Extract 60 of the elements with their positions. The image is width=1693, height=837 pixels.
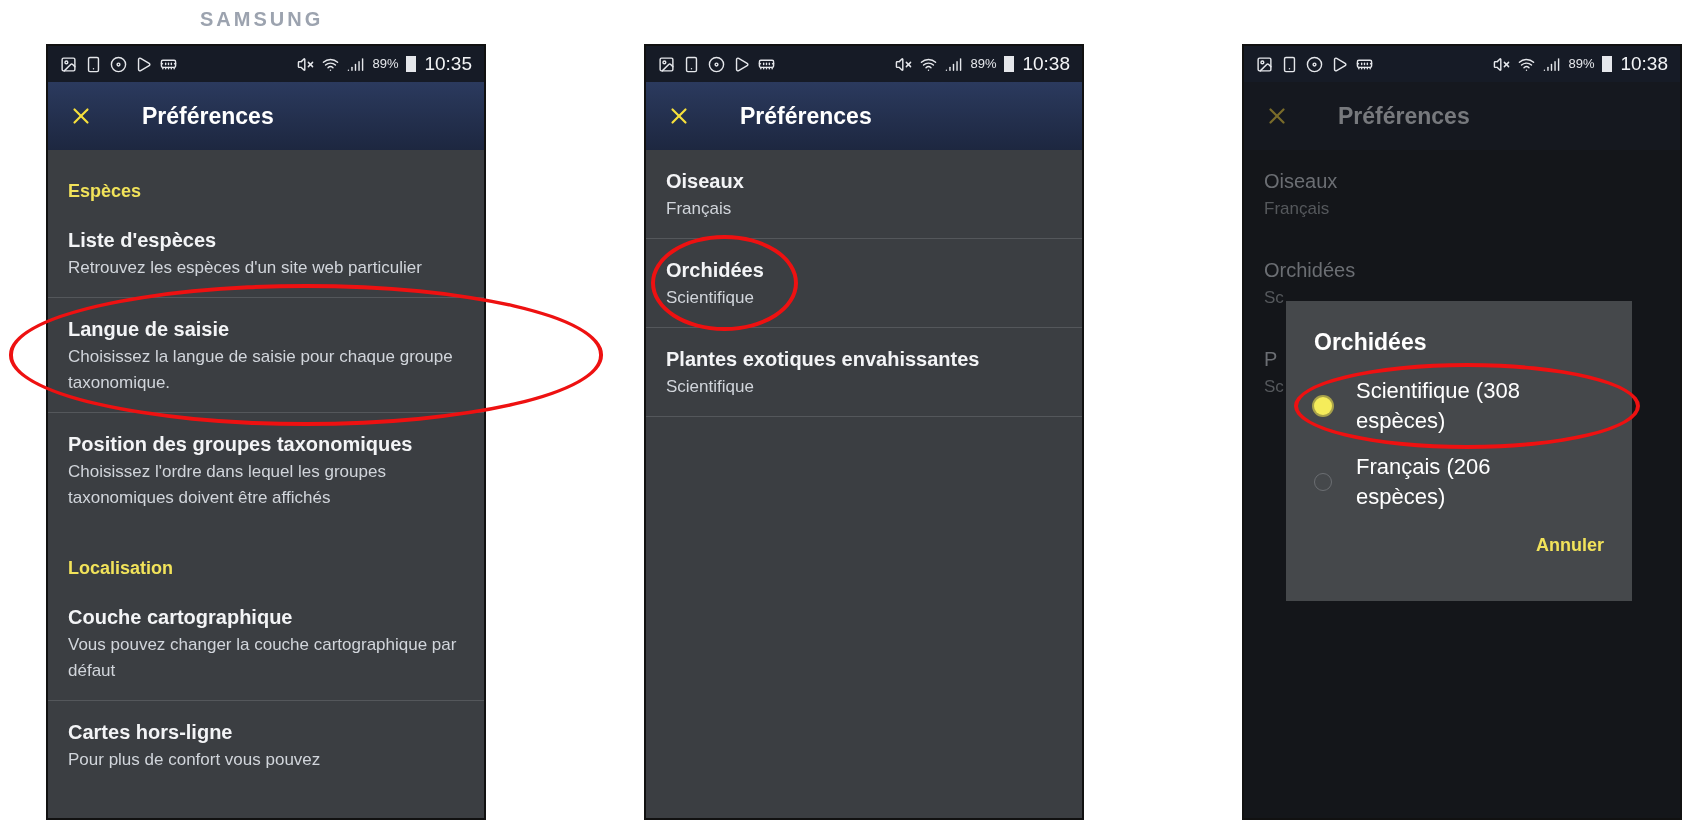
item-subtitle: Scientifique [666, 376, 754, 398]
battery-icon [1004, 56, 1015, 72]
item-title[interactable]: Orchidées [666, 255, 764, 285]
battery-icon [406, 56, 417, 72]
radio-button[interactable] [1314, 396, 1332, 415]
item-title[interactable]: Plantes exotiques envahissantes [666, 344, 980, 374]
image-icon [658, 55, 675, 73]
item-title[interactable]: Liste d'espèces [68, 225, 217, 255]
item-subtitle: Retrouvez les espèces d'un site web particulier [68, 257, 422, 279]
item-subtitle: Sc [1264, 287, 1284, 309]
item-subtitle: Français [1264, 198, 1330, 220]
signal-icon [1543, 55, 1561, 73]
item-subtitle: Vous pouvez changer la couche cartographique par défaut [68, 634, 458, 682]
item-title[interactable]: Oiseaux [1264, 166, 1338, 196]
disc-icon [1306, 55, 1323, 73]
item-title[interactable]: Langue de saisie [68, 314, 230, 344]
item-title[interactable]: P [1264, 344, 1278, 374]
phone-icon [1281, 55, 1298, 73]
battery-percent: 89% [372, 55, 399, 74]
brand-logo: SAMSUNG [200, 7, 324, 32]
option-label: Français (206 espèces) [1356, 452, 1492, 511]
image-icon [60, 55, 77, 73]
play-icon [135, 55, 152, 73]
item-subtitle: Choisissez l'ordre dans lequel les groupes taxonomiques doivent être affichés [68, 461, 387, 509]
section-header: Espèces [67, 180, 143, 203]
item-subtitle: Sc [1264, 376, 1284, 398]
item-title[interactable]: Cartes hors-ligne [68, 717, 233, 747]
item-subtitle: Scientifique [666, 287, 754, 309]
option-label: Scientifique (308 espèces) [1356, 376, 1521, 435]
phone-icon [683, 55, 700, 73]
cancel-button[interactable]: Annuler [1536, 531, 1604, 559]
item-subtitle: Français [666, 198, 732, 220]
mute-icon [297, 55, 315, 73]
item-title[interactable]: Position des groupes taxonomiques [68, 429, 413, 459]
screen-title: Préférences [142, 101, 274, 131]
dialog-title: Orchidées [1314, 328, 1428, 357]
status-time: 10:38 [1022, 51, 1070, 76]
item-subtitle: Choisissez la langue de saisie pour chaque groupe taxonomique. [68, 346, 454, 394]
item-subtitle: Pour plus de confort vous pouvez [68, 749, 321, 771]
section-header: Localisation [67, 557, 175, 580]
item-title[interactable]: Orchidées [1264, 255, 1356, 285]
signal-icon [347, 55, 365, 73]
signal-icon [945, 55, 963, 73]
screen-title: Préférences [1338, 101, 1470, 131]
image-icon [1256, 55, 1273, 73]
item-title[interactable]: Oiseaux [666, 166, 744, 196]
disc-icon [708, 55, 725, 73]
status-time: 10:35 [424, 51, 472, 76]
status-time: 10:38 [1620, 51, 1668, 76]
item-title[interactable]: Couche cartographique [68, 602, 293, 632]
screen-title: Préférences [740, 101, 872, 131]
battery-percent: 89% [1568, 55, 1595, 74]
mute-icon [895, 55, 913, 73]
battery-icon [1602, 56, 1613, 72]
battery-percent: 89% [970, 55, 997, 74]
phone-icon [85, 55, 102, 73]
mute-icon [1493, 55, 1511, 73]
disc-icon [110, 55, 127, 73]
play-icon [733, 55, 750, 73]
play-icon [1331, 55, 1348, 73]
